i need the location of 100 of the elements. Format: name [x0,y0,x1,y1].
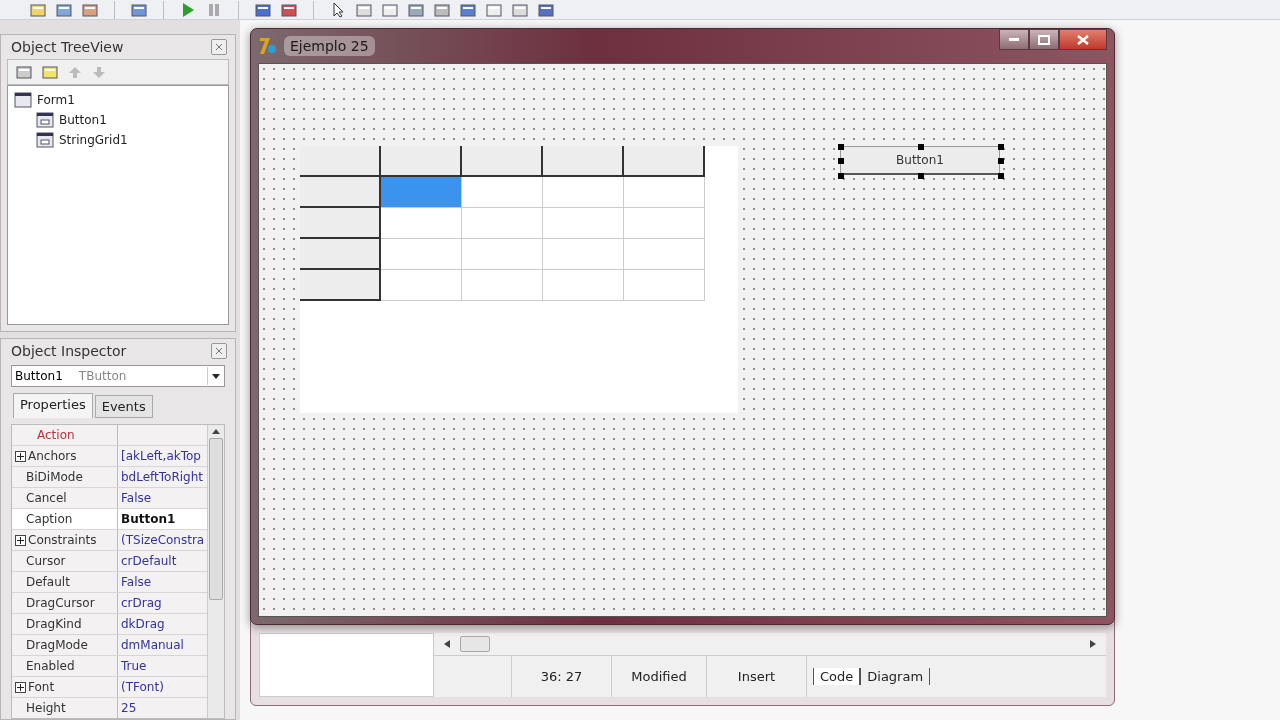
window-icon[interactable] [356,1,372,18]
tree-item[interactable]: Button1 [59,113,107,127]
maximize-button[interactable] [1029,29,1059,50]
component-select[interactable]: Button1 TButton [11,365,225,387]
tab[interactable]: Events [94,395,153,418]
window-icon[interactable] [82,1,98,18]
property-row[interactable]: Default False [12,572,207,593]
component-icon [14,92,32,108]
window-icon[interactable] [538,1,554,18]
header-cell[interactable] [543,146,624,177]
property-value[interactable]: dkDrag [118,614,207,634]
minimize-icon [1009,37,1019,42]
header-cell[interactable] [300,208,381,239]
property-value[interactable]: 25 [118,698,207,718]
arrow-up-icon[interactable] [68,65,82,79]
window-icon[interactable] [131,1,147,18]
property-row[interactable]: Anchors [akLeft,akTop [12,446,207,467]
grid-cell[interactable] [462,239,543,270]
window-icon[interactable] [512,1,528,18]
pointer-icon[interactable] [330,1,346,18]
window-icon[interactable] [460,1,476,18]
property-value[interactable]: dmManual [118,635,207,655]
property-name: Default [25,575,70,589]
editor-tab[interactable]: Diagram [860,668,931,685]
selected-grid-cell[interactable] [381,177,462,208]
expand-icon[interactable] [15,450,26,462]
window-icon[interactable] [56,1,72,18]
grid-cell[interactable] [462,208,543,239]
header-cell[interactable] [462,146,543,177]
grid-cell[interactable] [462,270,543,301]
property-value[interactable]: crDrag [118,593,207,613]
window-icon[interactable] [255,1,271,18]
grid-cell[interactable] [381,270,462,301]
window-icon[interactable] [382,1,398,18]
play-icon[interactable] [180,1,196,18]
window-icon[interactable] [434,1,450,18]
scroll-right-icon[interactable] [1090,640,1096,648]
grid-cell[interactable] [543,177,624,208]
grid-cell[interactable] [624,239,705,270]
property-value[interactable]: bdLeftToRight [118,467,207,487]
grid-cell[interactable] [624,270,705,301]
window-icon[interactable] [16,64,32,80]
grid-cell[interactable] [462,177,543,208]
property-row[interactable]: DragCursor crDrag [12,593,207,614]
header-cell[interactable] [300,270,381,301]
scroll-thumb[interactable] [209,438,223,600]
expand-icon[interactable] [15,681,26,693]
property-value[interactable]: crDefault [118,551,207,571]
grid-cell[interactable] [381,208,462,239]
close-button[interactable] [1059,29,1107,50]
property-value[interactable]: [akLeft,akTop [118,446,207,466]
dropdown-icon [212,373,220,379]
window-icon[interactable] [281,1,297,18]
property-value[interactable]: False [118,488,207,508]
scrollbar[interactable] [207,425,224,718]
grid-cell[interactable] [543,239,624,270]
property-row[interactable]: Caption Button1 [12,509,207,530]
header-cell[interactable] [381,146,462,177]
grid-cell[interactable] [381,239,462,270]
property-row[interactable]: Font (TFont) [12,677,207,698]
property-name: Caption [25,512,73,526]
scroll-thumb[interactable] [460,636,490,652]
editor-tab[interactable]: Code [813,668,861,685]
property-name: Constraints [27,533,97,547]
expand-icon[interactable] [15,534,26,546]
window-icon[interactable] [408,1,424,18]
property-name: Action [36,428,75,442]
property-value[interactable]: Button1 [118,509,207,529]
arrow-down-icon[interactable] [92,65,106,79]
status-text: Insert [707,656,807,697]
panel-title: Object Inspector [11,343,127,359]
property-value[interactable]: (TSizeConstra [118,530,207,550]
property-row[interactable]: DragKind dkDrag [12,614,207,635]
property-row[interactable]: Enabled True [12,656,207,677]
scroll-left-icon[interactable] [444,640,450,648]
property-value[interactable]: True [118,656,207,676]
minimize-button[interactable] [999,29,1029,50]
pause-icon[interactable] [206,1,222,18]
property-row[interactable]: Constraints (TSizeConstra [12,530,207,551]
app-icon [258,36,278,56]
grid-cell[interactable] [543,208,624,239]
header-cell[interactable] [300,146,381,177]
tree-item[interactable]: Form1 [37,93,75,107]
property-value[interactable]: (TFont) [118,677,207,697]
property-value[interactable]: False [118,572,207,592]
header-cell[interactable] [300,239,381,270]
grid-cell[interactable] [624,177,705,208]
property-row[interactable]: BiDiMode bdLeftToRight [12,467,207,488]
grid-cell[interactable] [543,270,624,301]
grid-cell[interactable] [624,208,705,239]
property-row[interactable]: Action [12,425,207,446]
scroll-up-icon[interactable] [212,429,220,434]
window-icon[interactable] [486,1,502,18]
property-row[interactable]: DragMode dmManual [12,635,207,656]
property-row[interactable]: Cursor crDefault [12,551,207,572]
header-cell[interactable] [624,146,705,177]
tab[interactable]: Properties [13,393,93,418]
header-cell[interactable] [300,177,381,208]
property-name: Height [25,701,66,715]
tree-item[interactable]: StringGrid1 [59,133,128,147]
